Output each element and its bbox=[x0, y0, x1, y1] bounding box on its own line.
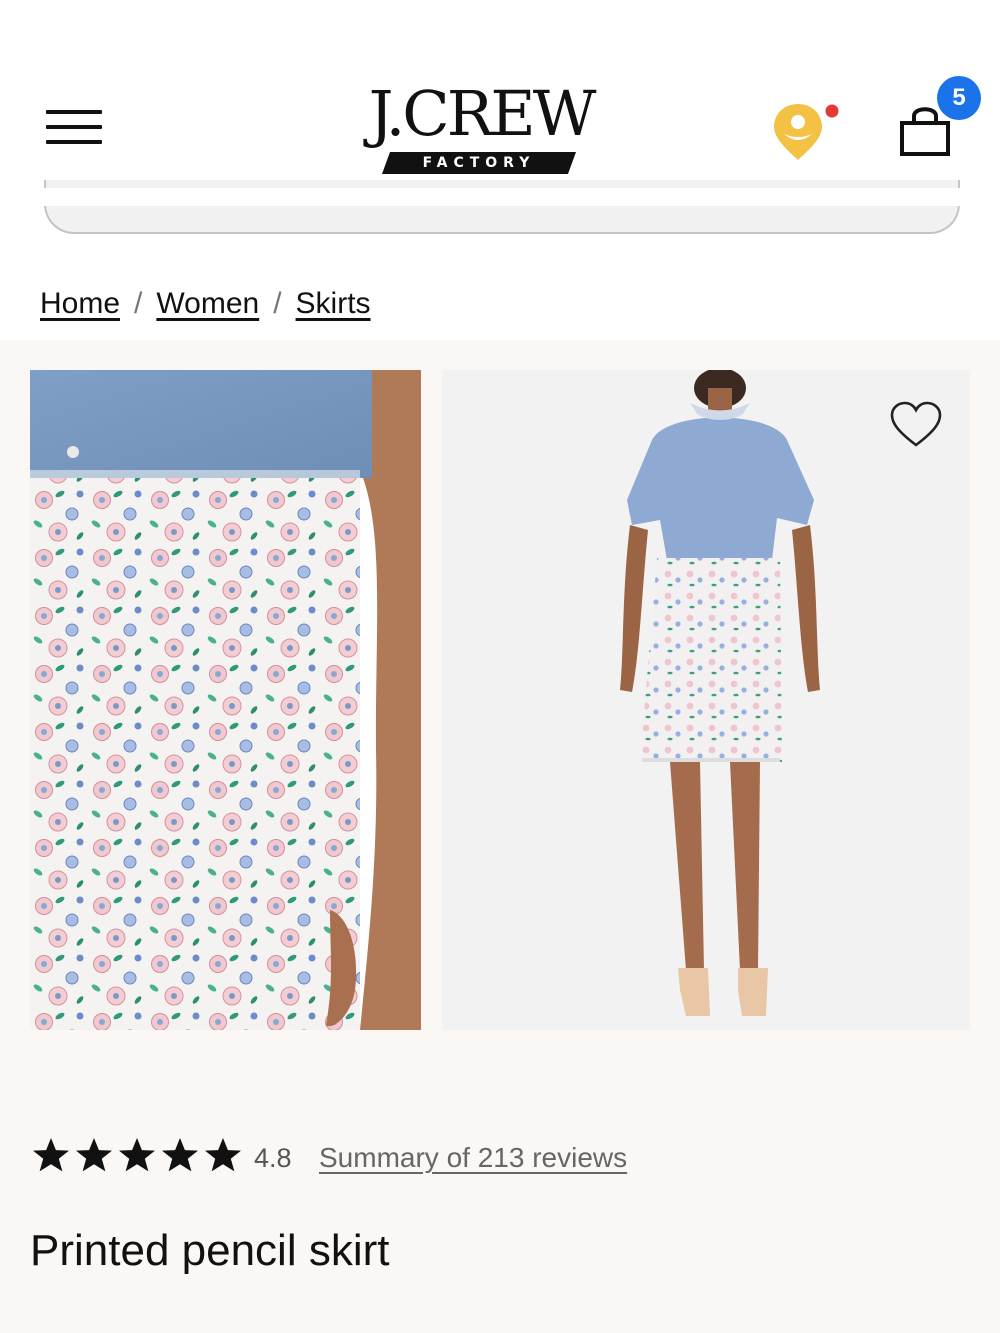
star-rating bbox=[33, 1138, 241, 1172]
shopping-bag-button[interactable]: 5 bbox=[895, 76, 990, 160]
breadcrumb-home[interactable]: Home bbox=[40, 287, 120, 320]
product-image-back[interactable] bbox=[442, 370, 970, 1030]
rating-value: 4.8 bbox=[254, 1143, 292, 1173]
wishlist-button[interactable] bbox=[888, 400, 944, 450]
breadcrumb-separator: / bbox=[273, 287, 282, 320]
breadcrumb-separator: / bbox=[134, 287, 143, 320]
bag-count-badge: 5 bbox=[937, 76, 981, 120]
star-icon bbox=[162, 1138, 198, 1172]
star-icon bbox=[76, 1138, 112, 1172]
rewards-button[interactable] bbox=[772, 100, 844, 162]
product-image-closeup[interactable] bbox=[30, 370, 421, 1030]
jcrew-factory-logo[interactable]: J.CREW FACTORY bbox=[340, 80, 610, 180]
heart-icon bbox=[890, 401, 942, 447]
rewards-profile-icon bbox=[774, 104, 839, 160]
breadcrumb-women[interactable]: Women bbox=[156, 287, 259, 320]
star-icon bbox=[119, 1138, 155, 1172]
menu-button[interactable] bbox=[46, 108, 104, 146]
notification-dot bbox=[825, 104, 839, 118]
logo-subtext: FACTORY bbox=[422, 155, 536, 171]
logo-wordmark: J.CREW bbox=[368, 77, 597, 150]
breadcrumb: Home / Women / Skirts bbox=[40, 282, 371, 326]
star-icon bbox=[205, 1138, 241, 1172]
product-title: Printed pencil skirt bbox=[30, 1226, 390, 1275]
reviews-summary-link[interactable]: Summary of 213 reviews bbox=[319, 1138, 627, 1178]
hamburger-menu-icon bbox=[46, 110, 102, 114]
breadcrumb-skirts[interactable]: Skirts bbox=[296, 287, 371, 320]
star-icon bbox=[33, 1138, 69, 1172]
